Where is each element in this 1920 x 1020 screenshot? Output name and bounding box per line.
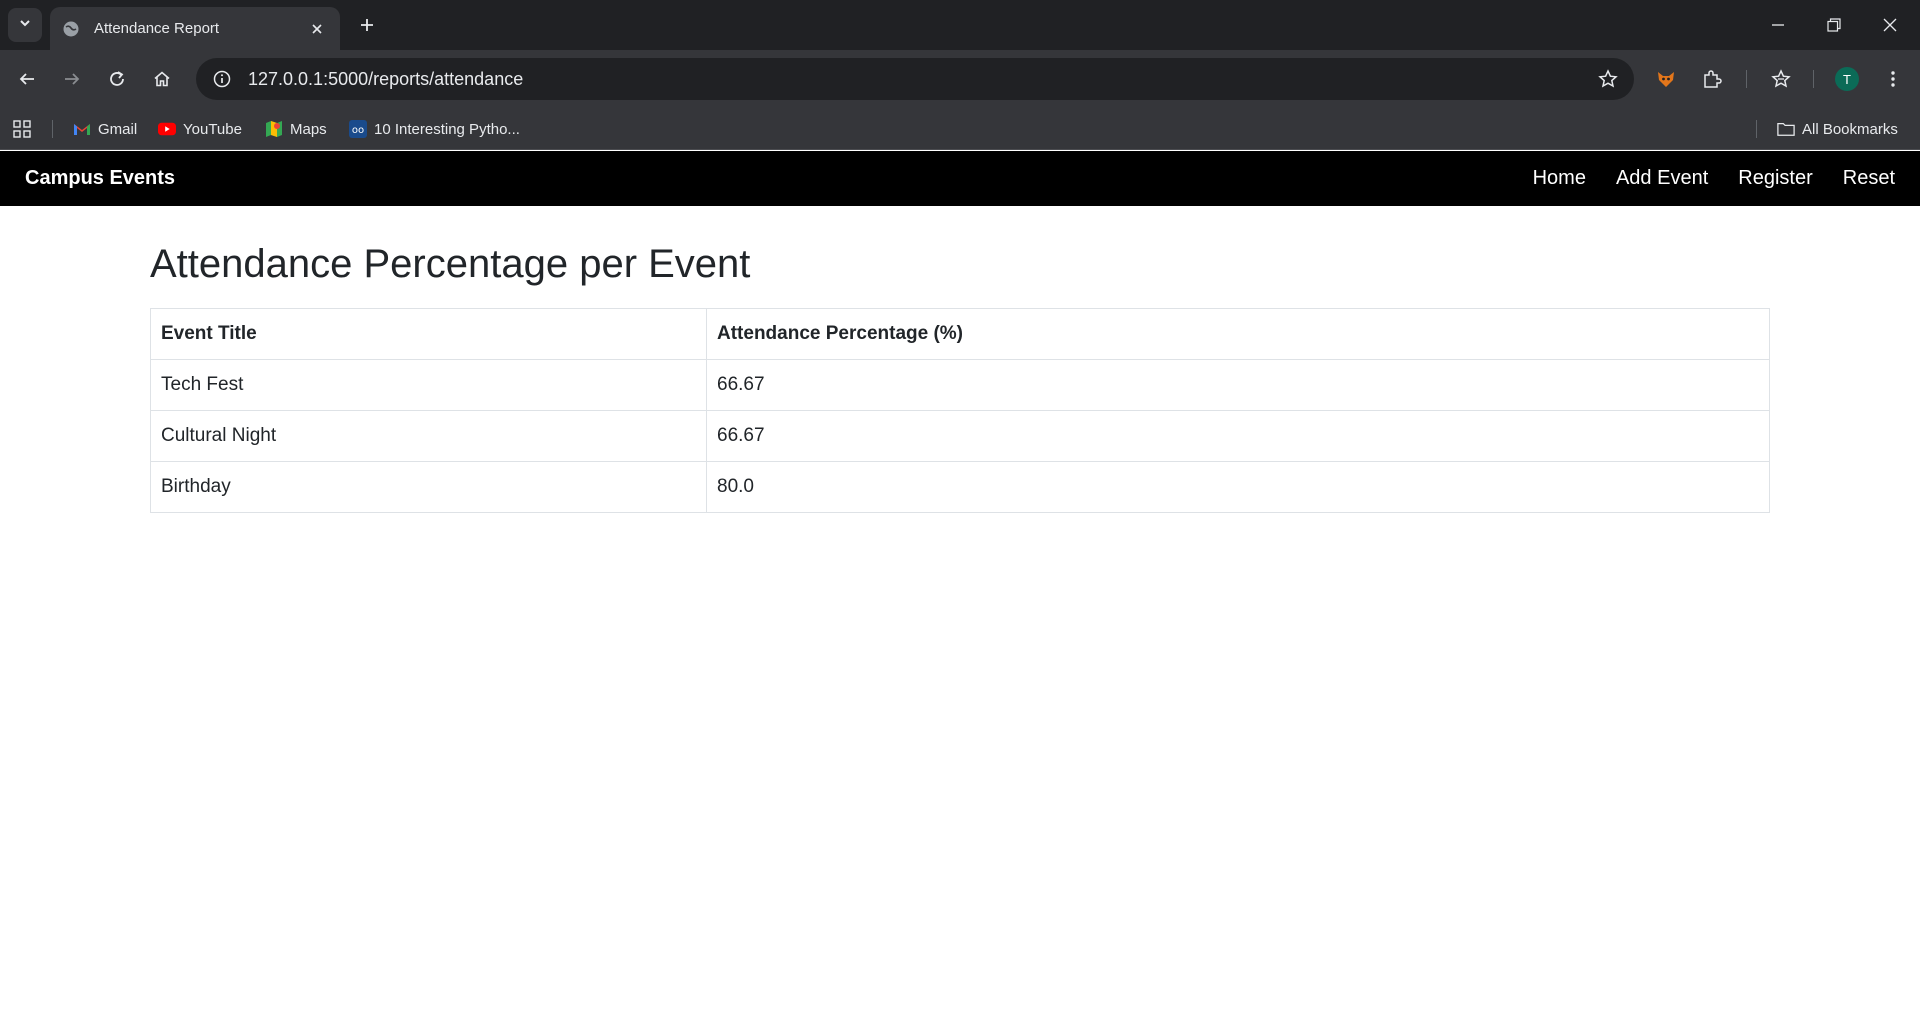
nav-link-register[interactable]: Register [1738,167,1812,190]
table-row: Tech Fest 66.67 [150,359,1770,411]
menu-kebab-icon[interactable] [1876,62,1910,96]
bookmarks-divider [1756,120,1757,138]
attendance-table: Event Title Attendance Percentage (%) Te… [150,308,1770,513]
maps-icon [265,120,283,138]
bookmarks-bar: Gmail YouTube Maps oo 10 Interesting Pyt… [0,108,1920,150]
table-header-row: Event Title Attendance Percentage (%) [150,308,1770,360]
restore-button[interactable] [1806,0,1862,50]
avatar: T [1835,67,1859,91]
toolbar-divider [1813,70,1814,88]
folder-icon [1777,120,1795,138]
attendance-cell: 80.0 [706,461,1770,513]
bookmark-label: 10 Interesting Pytho... [374,120,520,138]
extensions-puzzle-icon[interactable] [1695,62,1729,96]
site-info-icon[interactable] [204,61,240,97]
event-title-cell: Birthday [150,461,707,513]
minimize-button[interactable] [1750,0,1806,50]
globe-icon [62,20,80,38]
back-button[interactable] [10,62,44,96]
bookmark-label: Maps [290,120,327,138]
site-brand[interactable]: Campus Events [25,151,175,206]
bookmark-label: Gmail [98,120,138,138]
nav-link-reset[interactable]: Reset [1843,167,1895,190]
close-tab-icon[interactable] [306,18,328,40]
bookmark-label: YouTube [183,120,242,138]
bookmark-maps[interactable]: Maps [265,108,327,150]
profile-button[interactable]: T [1830,62,1864,96]
site-navbar: Campus Events Home Add Event Register Re… [0,151,1920,206]
tab-search-button[interactable] [8,8,42,42]
nav-link-add-event[interactable]: Add Event [1616,167,1708,190]
column-header-attendance: Attendance Percentage (%) [706,308,1770,360]
toolbar-divider [1746,70,1747,88]
attendance-cell: 66.67 [706,359,1770,411]
tab-strip: Attendance Report [0,0,1920,50]
close-window-button[interactable] [1862,0,1918,50]
event-title-cell: Cultural Night [150,410,707,462]
youtube-icon [158,120,176,138]
table-row: Birthday 80.0 [150,461,1770,513]
gmail-icon [73,120,91,138]
all-bookmarks-button[interactable]: All Bookmarks [1777,108,1898,150]
all-bookmarks-label: All Bookmarks [1802,120,1898,138]
forward-button[interactable] [55,62,89,96]
chevron-down-icon [18,16,32,35]
attendance-cell: 66.67 [706,410,1770,462]
tab-title: Attendance Report [94,20,220,37]
bookmark-gmail[interactable]: Gmail [73,108,137,150]
home-button[interactable] [145,62,179,96]
address-bar[interactable]: 127.0.0.1:5000/reports/attendance [196,58,1634,100]
bookmark-python-article[interactable]: oo 10 Interesting Pytho... [349,108,520,150]
reload-button[interactable] [100,62,134,96]
new-tab-button[interactable] [352,10,382,40]
browser-toolbar: 127.0.0.1:5000/reports/attendance T [0,50,1920,108]
apps-grid-icon[interactable] [12,108,32,150]
bookmarks-divider [52,120,53,138]
link-icon: oo [349,120,367,138]
page-title: Attendance Percentage per Event [150,242,751,286]
bookmarks-panel-icon[interactable] [1764,62,1798,96]
fox-extension-icon[interactable] [1649,62,1683,96]
svg-text:oo: oo [352,125,364,136]
main-content: Attendance Percentage per Event Event Ti… [150,206,1770,513]
bookmark-youtube[interactable]: YouTube [158,108,242,150]
url-text[interactable]: 127.0.0.1:5000/reports/attendance [248,69,1590,90]
nav-links: Home Add Event Register Reset [1533,151,1895,206]
table-row: Cultural Night 66.67 [150,410,1770,462]
event-title-cell: Tech Fest [150,359,707,411]
nav-link-home[interactable]: Home [1533,167,1586,190]
bookmark-star-icon[interactable] [1590,61,1626,97]
column-header-event-title: Event Title [150,308,707,360]
browser-tab[interactable]: Attendance Report [50,7,340,50]
